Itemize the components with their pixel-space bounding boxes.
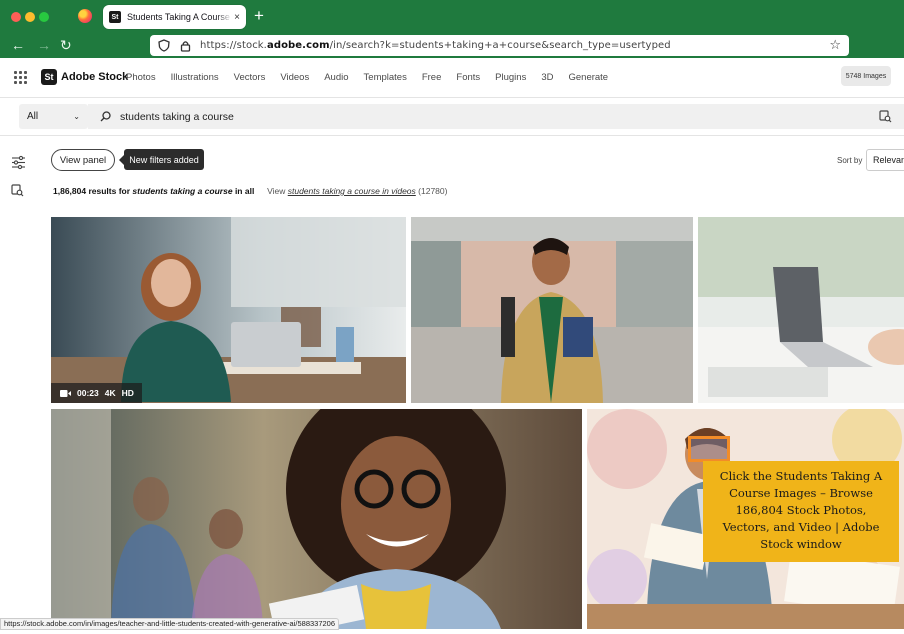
- new-filters-tooltip: New filters added: [119, 149, 204, 170]
- nav-templates[interactable]: Templates: [364, 72, 407, 83]
- results-scope: all: [244, 186, 255, 196]
- result-thumbnail-video-student-laptop[interactable]: 00:23 4K HD: [51, 217, 406, 403]
- video-info-badge: 00:23 4K HD: [51, 383, 142, 403]
- view-panel-button[interactable]: View panel: [51, 149, 115, 171]
- visual-search-icon[interactable]: [879, 110, 892, 123]
- search-row: All ⌄ students taking a course: [0, 98, 904, 136]
- video-quality-4k: 4K: [104, 388, 116, 398]
- nav-videos[interactable]: Videos: [280, 72, 309, 83]
- view-in-videos-link[interactable]: students taking a course in videos: [288, 186, 416, 196]
- nav-generate[interactable]: Generate: [568, 72, 608, 83]
- results-query: students taking a course: [132, 186, 233, 196]
- result-thumbnail-smiling-student-glasses[interactable]: [51, 409, 582, 629]
- main-nav: Photos Illustrations Vectors Videos Audi…: [126, 72, 623, 83]
- chevron-down-icon: ⌄: [73, 112, 80, 121]
- images-count-button[interactable]: 5748 Images: [841, 66, 891, 86]
- reload-icon[interactable]: ↻: [60, 37, 72, 53]
- browser-nav-bar: ← → ↻ https://stock.adobe.com/in/search?…: [0, 33, 904, 58]
- results-summary: 1,86,804 results for students taking a c…: [53, 186, 448, 196]
- firefox-icon: [78, 9, 92, 23]
- tab-title: Students Taking A Course Images – Browse…: [127, 12, 232, 22]
- minimize-window-button[interactable]: [25, 12, 35, 22]
- result-thumbnail-laptop-desk[interactable]: [698, 217, 904, 403]
- nav-photos[interactable]: Photos: [126, 72, 156, 83]
- tracking-shield-icon[interactable]: [158, 39, 170, 52]
- forward-arrow-icon[interactable]: →: [37, 37, 51, 53]
- new-tab-button[interactable]: +: [254, 6, 264, 26]
- nav-audio[interactable]: Audio: [324, 72, 348, 83]
- video-camera-icon: [60, 389, 71, 397]
- brand-name[interactable]: Adobe Stock: [61, 71, 128, 83]
- nav-free[interactable]: Free: [422, 72, 442, 83]
- browser-tab-active[interactable]: St Students Taking A Course Images – Bro…: [103, 5, 246, 29]
- nav-plugins[interactable]: Plugins: [495, 72, 526, 83]
- address-bar[interactable]: https://stock.adobe.com/in/search?k=stud…: [150, 35, 849, 56]
- app-switcher-grid-icon[interactable]: [14, 71, 27, 84]
- status-bar-link-preview: https://stock.adobe.com/in/images/teache…: [0, 618, 340, 630]
- bookmark-star-icon[interactable]: ☆: [829, 37, 841, 53]
- sort-by-label: Sort by: [837, 156, 863, 165]
- close-window-button[interactable]: [11, 12, 21, 22]
- video-duration: 00:23: [77, 388, 99, 398]
- url-text[interactable]: https://stock.adobe.com/in/search?k=stud…: [200, 40, 671, 51]
- instruction-callout: Click the Students Taking A Course Image…: [703, 461, 899, 562]
- click-target-highlight: [688, 436, 730, 462]
- visual-search-rail-icon[interactable]: [11, 184, 24, 197]
- search-scope-select[interactable]: All ⌄: [19, 104, 88, 129]
- browser-tab-bar: St Students Taking A Course Images – Bro…: [0, 0, 904, 33]
- results-count: 1,86,804: [53, 186, 87, 196]
- adobe-stock-favicon-icon: St: [109, 11, 121, 23]
- video-quality-hd: HD: [121, 388, 134, 398]
- site-header: St Adobe Stock Photos Illustrations Vect…: [0, 58, 904, 98]
- video-count: (12780): [418, 186, 448, 196]
- tab-close-icon[interactable]: ×: [234, 12, 240, 23]
- nav-fonts[interactable]: Fonts: [456, 72, 480, 83]
- nav-3d[interactable]: 3D: [541, 72, 553, 83]
- result-thumbnail-student-books[interactable]: [411, 217, 693, 403]
- maximize-window-button[interactable]: [39, 12, 49, 22]
- search-input[interactable]: students taking a course: [88, 104, 904, 129]
- sort-select[interactable]: Relevance: [866, 149, 904, 171]
- nav-vectors[interactable]: Vectors: [234, 72, 266, 83]
- search-query[interactable]: students taking a course: [120, 111, 234, 123]
- adobe-stock-logo-icon[interactable]: St: [41, 69, 57, 85]
- nav-illustrations[interactable]: Illustrations: [171, 72, 219, 83]
- filters-icon[interactable]: [11, 155, 26, 170]
- search-scope-value: All: [27, 111, 39, 122]
- lock-icon[interactable]: [180, 40, 191, 52]
- back-arrow-icon[interactable]: ←: [11, 37, 25, 53]
- search-icon: [100, 111, 111, 122]
